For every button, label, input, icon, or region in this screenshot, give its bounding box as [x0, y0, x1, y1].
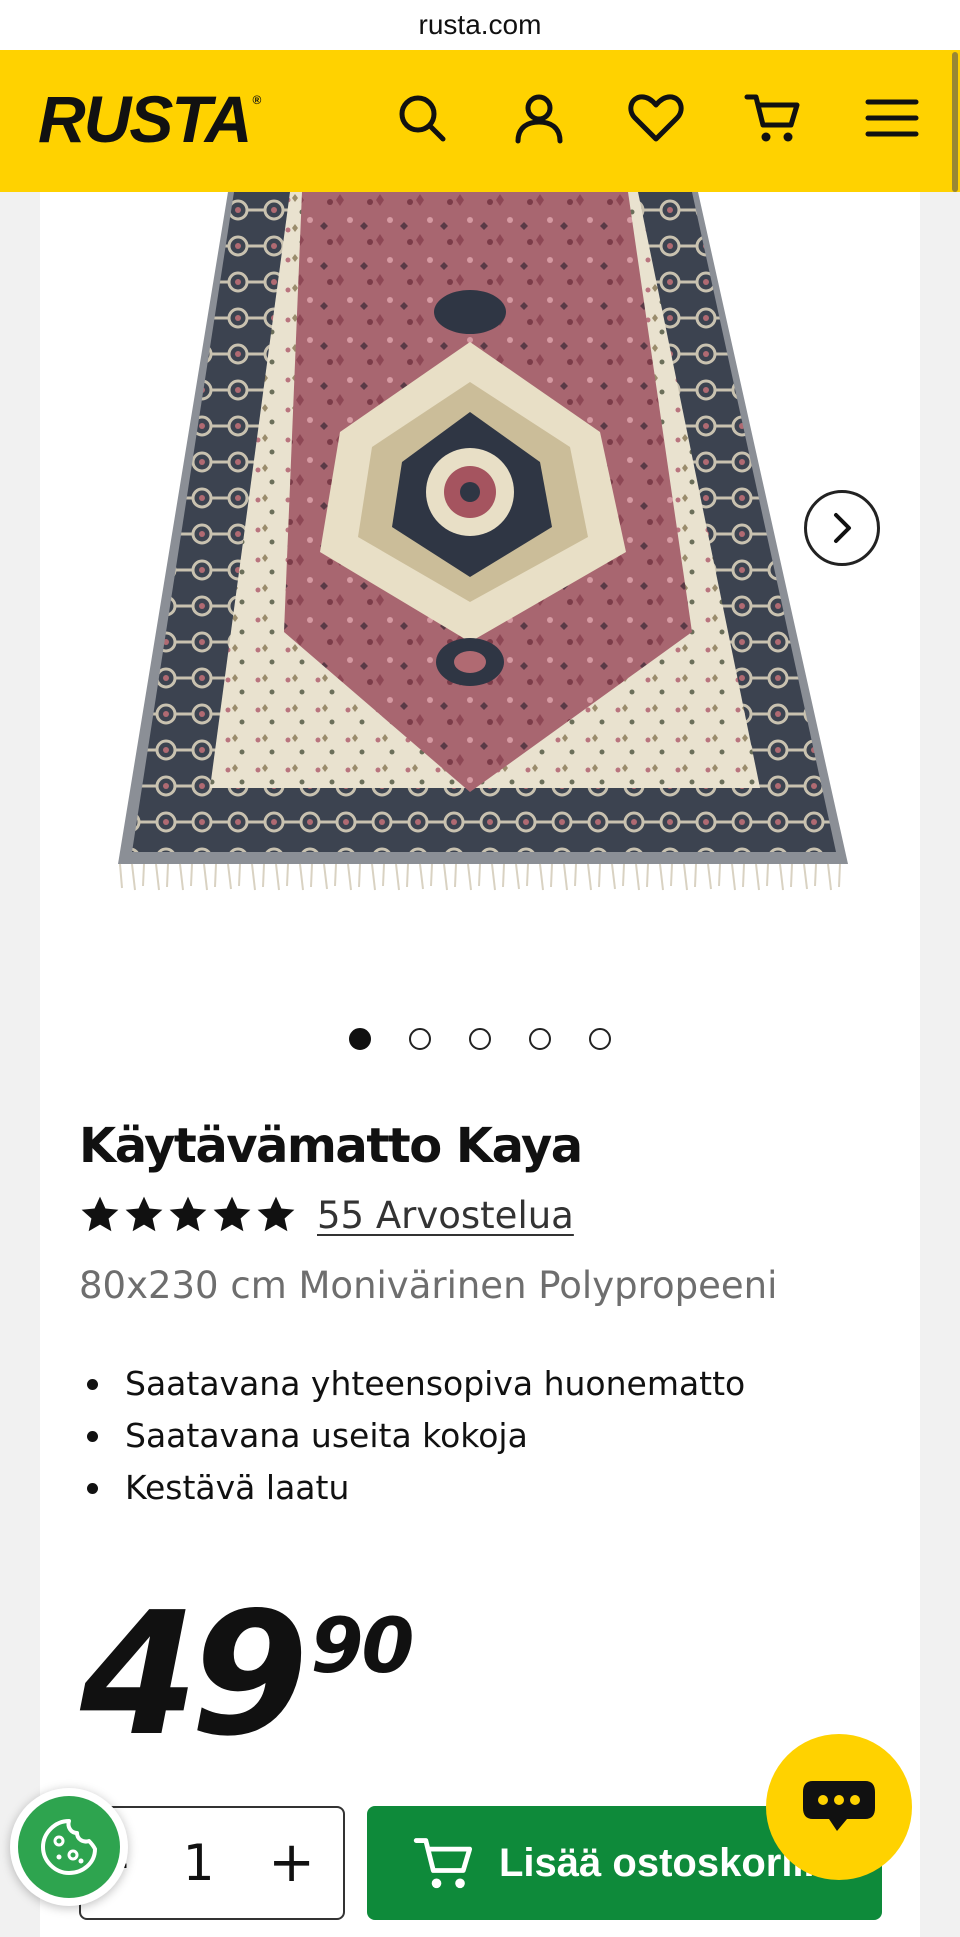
site-header: RUSTA ®: [0, 50, 960, 192]
quantity-value[interactable]: 1: [183, 1834, 215, 1892]
feature-text: Saatavana yhteensopiva huonematto: [125, 1364, 746, 1403]
gallery-dot-2[interactable]: [409, 1028, 431, 1050]
price-integer: 49: [80, 1576, 309, 1774]
star-icon: [257, 1196, 295, 1232]
url-text: rusta.com: [418, 9, 542, 40]
rusta-logo[interactable]: RUSTA ®: [38, 86, 261, 152]
chevron-right-icon: [834, 513, 851, 543]
cart-icon[interactable]: [743, 88, 803, 148]
gallery-dot-4[interactable]: [529, 1028, 551, 1050]
gallery-next-button[interactable]: [804, 490, 880, 566]
bullet-icon: [87, 1378, 98, 1390]
product-title: Käytävämatto Kaya: [79, 1118, 583, 1174]
menu-icon[interactable]: [862, 88, 922, 148]
browser-url-bar[interactable]: rusta.com: [0, 0, 960, 50]
star-icon: [169, 1196, 207, 1232]
star-icon: [125, 1196, 163, 1232]
quantity-increase-button[interactable]: +: [268, 1835, 315, 1891]
star-icon: [213, 1196, 251, 1232]
gallery-dot-3[interactable]: [469, 1028, 491, 1050]
cookie-icon: [41, 1819, 97, 1875]
bullet-icon: [87, 1482, 98, 1494]
cookie-button-face: [18, 1796, 120, 1898]
page-scrollbar[interactable]: [952, 52, 958, 192]
price-decimal: 90: [310, 1601, 415, 1690]
product-image[interactable]: [40, 192, 920, 952]
account-icon[interactable]: [509, 88, 569, 148]
rug-illustration: [118, 192, 848, 891]
cookie-settings-button[interactable]: [10, 1788, 128, 1906]
logo-registered-mark: ®: [252, 93, 261, 107]
rating-stars: [79, 1194, 297, 1236]
chat-icon: [803, 1781, 875, 1831]
search-icon[interactable]: [392, 88, 452, 148]
gallery-dot-5[interactable]: [589, 1028, 611, 1050]
feature-item: Kestävä laatu: [79, 1462, 745, 1514]
feature-item: Saatavana useita kokoja: [79, 1410, 745, 1462]
gallery-dot-1[interactable]: [349, 1028, 371, 1050]
product-subtitle: 80x230 cm Monivärinen Polypropeeni: [79, 1264, 778, 1307]
reviews-link[interactable]: 55 Arvostelua: [317, 1194, 574, 1237]
product-price: 49 90: [80, 1576, 415, 1774]
cart-icon: [413, 1838, 473, 1889]
chat-button[interactable]: [766, 1734, 912, 1880]
bullet-icon: [87, 1430, 98, 1442]
gallery-pagination: [0, 1028, 960, 1054]
star-icon: [81, 1196, 119, 1232]
favorites-icon[interactable]: [626, 88, 686, 148]
feature-list: Saatavana yhteensopiva huonematto Saatav…: [79, 1358, 745, 1514]
feature-text: Saatavana useita kokoja: [125, 1416, 528, 1455]
feature-text: Kestävä laatu: [125, 1468, 350, 1507]
feature-item: Saatavana yhteensopiva huonematto: [79, 1358, 745, 1410]
product-rating: 55 Arvostelua: [79, 1190, 574, 1240]
logo-text: RUSTA: [38, 82, 252, 156]
